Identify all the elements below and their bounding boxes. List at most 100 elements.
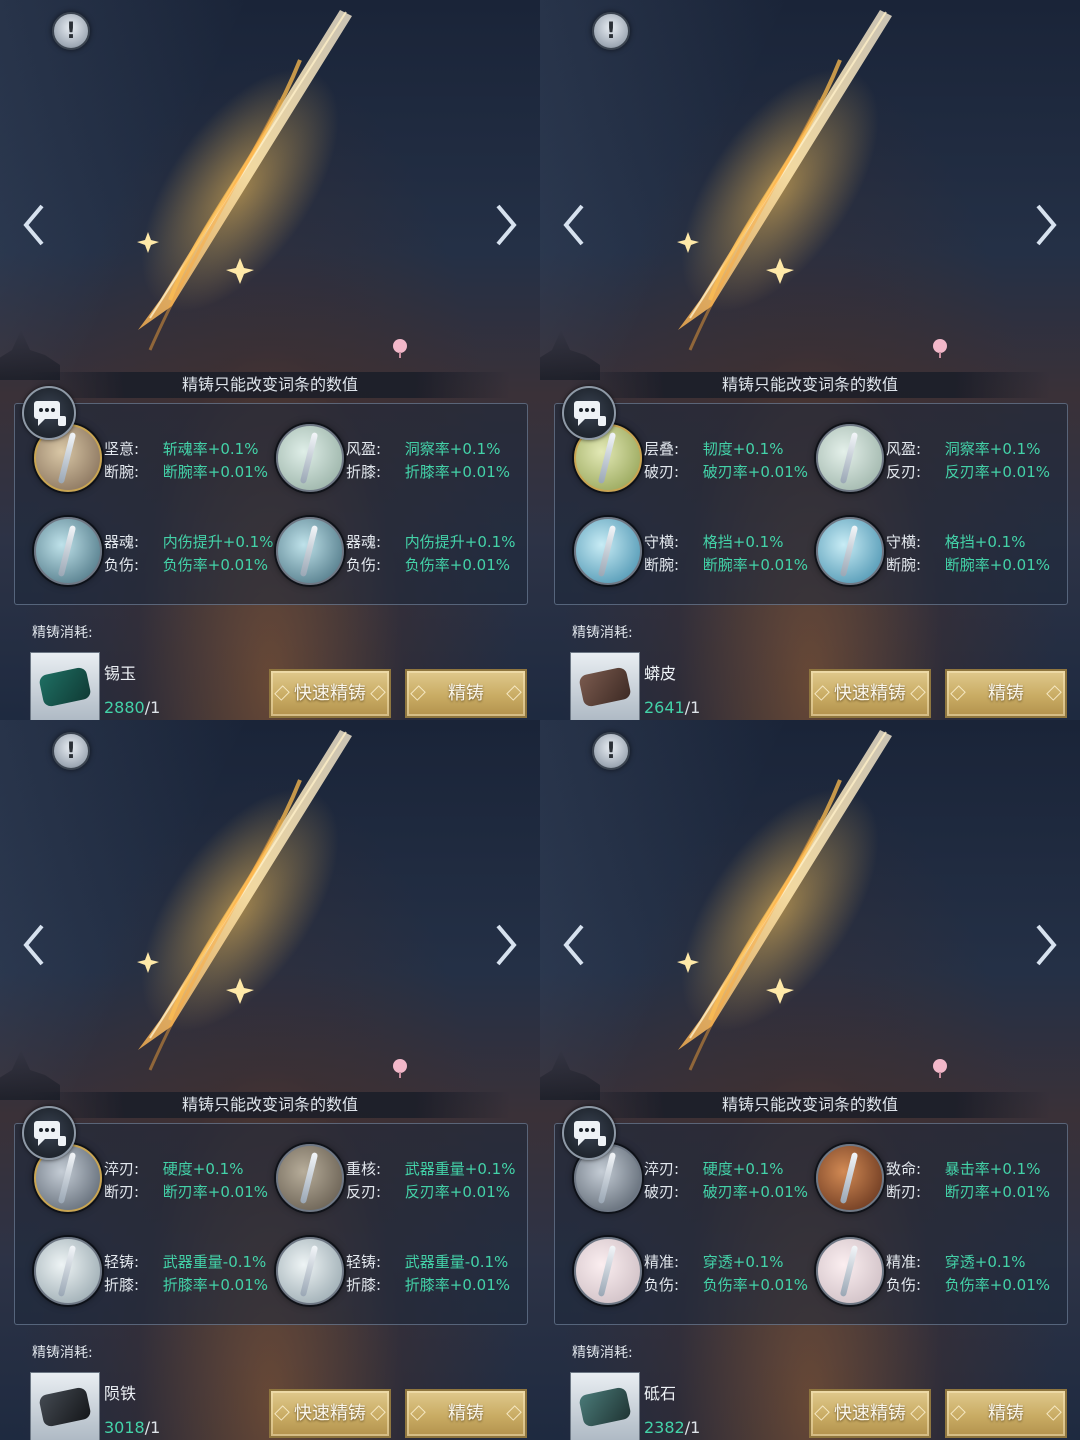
affix-label: 断腕: <box>104 463 140 481</box>
lotus-lantern <box>932 338 948 358</box>
affix-icon <box>574 517 642 585</box>
affix-value: 武器重量+0.1% <box>404 1160 516 1178</box>
affix-label: 风盈: <box>346 440 382 458</box>
affix-slot[interactable]: 精准: 穿透+0.1% 负伤: 负伤率+0.01% <box>816 1237 1056 1317</box>
affix-label: 断刃: <box>104 1183 140 1201</box>
affix-slot[interactable]: 重核: 武器重量+0.1% 反刃: 反刃率+0.01% <box>276 1144 516 1224</box>
affix-icon <box>816 517 884 585</box>
material-icon[interactable] <box>570 652 640 720</box>
material-need: /1 <box>144 698 161 717</box>
material-have: 2880 <box>104 698 145 717</box>
warning-icon[interactable]: ! <box>52 12 90 50</box>
affix-value: 破刃率+0.01% <box>702 463 809 481</box>
affix-label: 折膝: <box>104 1276 140 1294</box>
affix-value: 反刃率+0.01% <box>404 1183 511 1201</box>
affix-slot[interactable]: 守横: 格挡+0.1% 断腕: 断腕率+0.01% <box>816 517 1056 597</box>
affix-label: 破刃: <box>644 1183 680 1201</box>
refine-button[interactable]: 精铸 <box>405 1389 527 1438</box>
affix-value: 硬度+0.1% <box>702 1160 784 1178</box>
affix-value: 断腕率+0.01% <box>702 556 809 574</box>
chat-icon[interactable] <box>22 1106 76 1160</box>
affix-value: 反刃率+0.01% <box>944 463 1051 481</box>
affix-slot[interactable]: 致命: 暴击率+0.1% 断刃: 断刃率+0.01% <box>816 1144 1056 1224</box>
material-icon[interactable] <box>30 1372 100 1440</box>
refine-button[interactable]: 精铸 <box>945 669 1067 718</box>
quick-refine-button[interactable]: 快速精铸 <box>269 669 391 718</box>
sword-icon <box>137 10 352 351</box>
affix-value: 穿透+0.1% <box>944 1253 1026 1271</box>
material-need: /1 <box>144 1418 161 1437</box>
chevron-right-icon[interactable] <box>492 202 520 248</box>
cost-title: 精铸消耗: <box>572 625 633 641</box>
refine-button[interactable]: 精铸 <box>405 669 527 718</box>
affix-icon <box>574 1237 642 1305</box>
quick-refine-button[interactable]: 快速精铸 <box>809 1389 931 1438</box>
affix-slot[interactable]: 守横: 格挡+0.1% 断腕: 断腕率+0.01% <box>574 517 814 597</box>
lotus-lantern <box>392 1058 408 1078</box>
material-icon[interactable] <box>570 1372 640 1440</box>
chat-icon[interactable] <box>562 386 616 440</box>
chat-icon[interactable] <box>562 1106 616 1160</box>
affix-value: 洞察率+0.1% <box>404 440 501 458</box>
refine-notice: 精铸只能改变词条的数值 <box>30 1092 510 1118</box>
affix-label: 反刃: <box>886 463 922 481</box>
affix-slot[interactable]: 器魂: 内伤提升+0.1% 负伤: 负伤率+0.01% <box>276 517 516 597</box>
material-have: 2382 <box>644 1418 685 1437</box>
warning-icon[interactable]: ! <box>592 732 630 770</box>
warning-icon[interactable]: ! <box>52 732 90 770</box>
affix-value: 负伤率+0.01% <box>944 1276 1051 1294</box>
affix-label: 淬刃: <box>104 1160 140 1178</box>
material-name: 锡玉 <box>104 664 137 683</box>
material-count: 2382/1 <box>644 1418 700 1437</box>
material-count: 2880/1 <box>104 698 160 717</box>
quick-refine-button[interactable]: 快速精铸 <box>809 669 931 718</box>
affix-slot[interactable]: 轻铸: 武器重量-0.1% 折膝: 折膝率+0.01% <box>276 1237 516 1317</box>
chevron-right-icon[interactable] <box>492 922 520 968</box>
warning-icon[interactable]: ! <box>592 12 630 50</box>
affix-label: 淬刃: <box>644 1160 680 1178</box>
affix-value: 折膝率+0.01% <box>404 1276 511 1294</box>
affix-label: 器魂: <box>104 533 140 551</box>
chat-icon[interactable] <box>22 386 76 440</box>
affix-value: 洞察率+0.1% <box>944 440 1041 458</box>
affix-value: 格挡+0.1% <box>702 533 784 551</box>
refine-panel: ! 精铸只能改变词条的数值 淬刃: 硬度+0.1% 破刃: 破刃率+0.01% <box>540 720 1080 1440</box>
chevron-left-icon[interactable] <box>20 922 48 968</box>
affix-slot[interactable]: 风盈: 洞察率+0.1% 折膝: 折膝率+0.01% <box>276 424 516 504</box>
affix-value: 负伤率+0.01% <box>702 1276 809 1294</box>
affix-label: 守横: <box>644 533 680 551</box>
chevron-left-icon[interactable] <box>560 922 588 968</box>
material-icon[interactable] <box>30 652 100 720</box>
affix-slot[interactable]: 风盈: 洞察率+0.1% 反刃: 反刃率+0.01% <box>816 424 1056 504</box>
affix-value: 断腕率+0.01% <box>944 556 1051 574</box>
affix-value: 断腕率+0.01% <box>162 463 269 481</box>
affix-label: 守横: <box>886 533 922 551</box>
affix-slot[interactable]: 精准: 穿透+0.1% 负伤: 负伤率+0.01% <box>574 1237 814 1317</box>
affix-value: 暴击率+0.1% <box>944 1160 1041 1178</box>
material-have: 2641 <box>644 698 685 717</box>
chevron-left-icon[interactable] <box>560 202 588 248</box>
chevron-right-icon[interactable] <box>1032 202 1060 248</box>
affix-label: 精准: <box>886 1253 922 1271</box>
affix-label: 负伤: <box>644 1276 680 1294</box>
refine-button[interactable]: 精铸 <box>945 1389 1067 1438</box>
affix-icon <box>276 424 344 492</box>
affix-slot[interactable]: 器魂: 内伤提升+0.1% 负伤: 负伤率+0.01% <box>34 517 274 597</box>
cost-title: 精铸消耗: <box>32 625 93 641</box>
refine-panel: ! 精铸只能改变词条的数值 淬刃: 硬度+0.1% 断刃: 断刃率+0.01% <box>0 720 540 1440</box>
sword-icon <box>137 730 352 1071</box>
affix-slot[interactable]: 轻铸: 武器重量-0.1% 折膝: 折膝率+0.01% <box>34 1237 274 1317</box>
affix-icon <box>816 1237 884 1305</box>
material-name: 砥石 <box>644 1384 677 1403</box>
chevron-right-icon[interactable] <box>1032 922 1060 968</box>
affix-label: 负伤: <box>104 556 140 574</box>
chevron-left-icon[interactable] <box>20 202 48 248</box>
affix-value: 破刃率+0.01% <box>702 1183 809 1201</box>
affix-label: 精准: <box>644 1253 680 1271</box>
affix-value: 折膝率+0.01% <box>162 1276 269 1294</box>
material-name: 陨铁 <box>104 1384 137 1403</box>
quick-refine-button[interactable]: 快速精铸 <box>269 1389 391 1438</box>
affix-value: 斩魂率+0.1% <box>162 440 259 458</box>
refine-notice: 精铸只能改变词条的数值 <box>30 372 510 398</box>
material-count: 3018/1 <box>104 1418 160 1437</box>
